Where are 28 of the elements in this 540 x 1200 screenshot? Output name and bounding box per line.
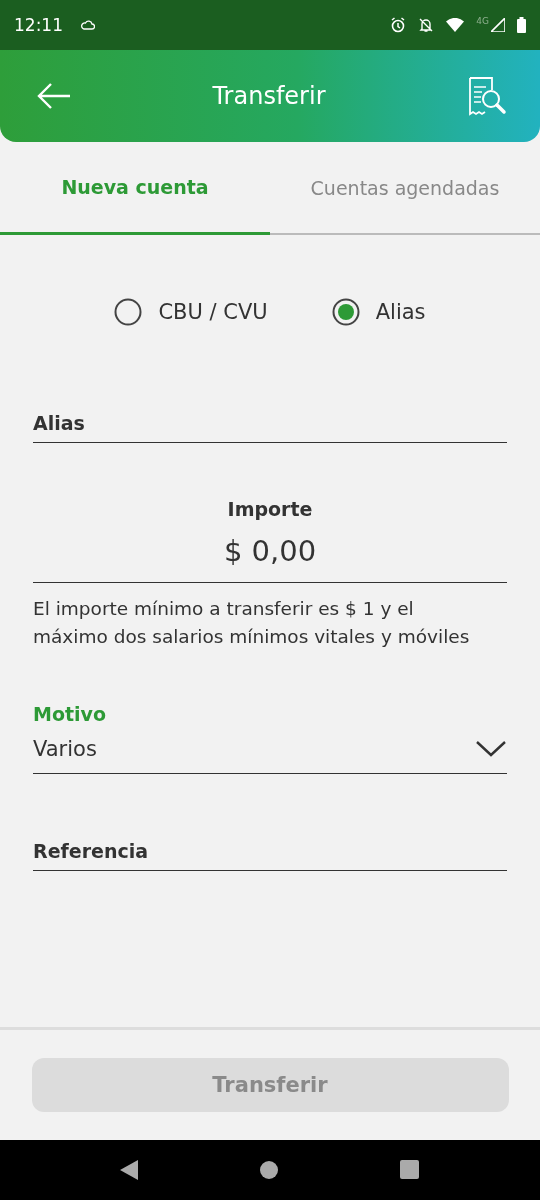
status-time: 12:11 (14, 15, 63, 35)
battery-icon (517, 17, 526, 33)
alias-field[interactable]: Alias (33, 412, 507, 443)
motivo-label: Motivo (33, 703, 107, 725)
reference-field[interactable]: Referencia (33, 840, 507, 871)
tab[interactable]: Nueva cuenta (0, 142, 270, 235)
amount-hint: El importe mínimo a transferir es $ 1 y el máximo dos salarios mínimos vitales y móviles (33, 597, 471, 649)
cloud-icon (81, 20, 95, 30)
back-arrow-icon[interactable] (36, 82, 72, 110)
signal-icon (491, 18, 505, 32)
network-label: 4G (476, 16, 489, 26)
home-icon[interactable] (259, 1160, 279, 1180)
amount-label: Importe (227, 498, 313, 520)
radio-button[interactable] (114, 298, 143, 326)
amount-field[interactable]: $ 0,00 (223, 534, 317, 568)
receipt-search-icon[interactable] (466, 75, 508, 117)
screen-title: Transferir (212, 82, 326, 110)
recents-icon[interactable] (399, 1160, 420, 1180)
wifi-icon (446, 18, 465, 32)
radio-label: Alias (375, 300, 426, 324)
back-icon[interactable] (120, 1160, 139, 1180)
radio-label: CBU / CVU (158, 300, 268, 324)
chevron-down-icon (475, 740, 507, 758)
motivo-dropdown[interactable]: Varios (33, 737, 507, 774)
radio-button[interactable] (331, 298, 360, 326)
tab[interactable]: Cuentas agendadas (270, 142, 540, 235)
alarm-icon (390, 17, 407, 33)
muted-bell-icon (418, 17, 435, 33)
